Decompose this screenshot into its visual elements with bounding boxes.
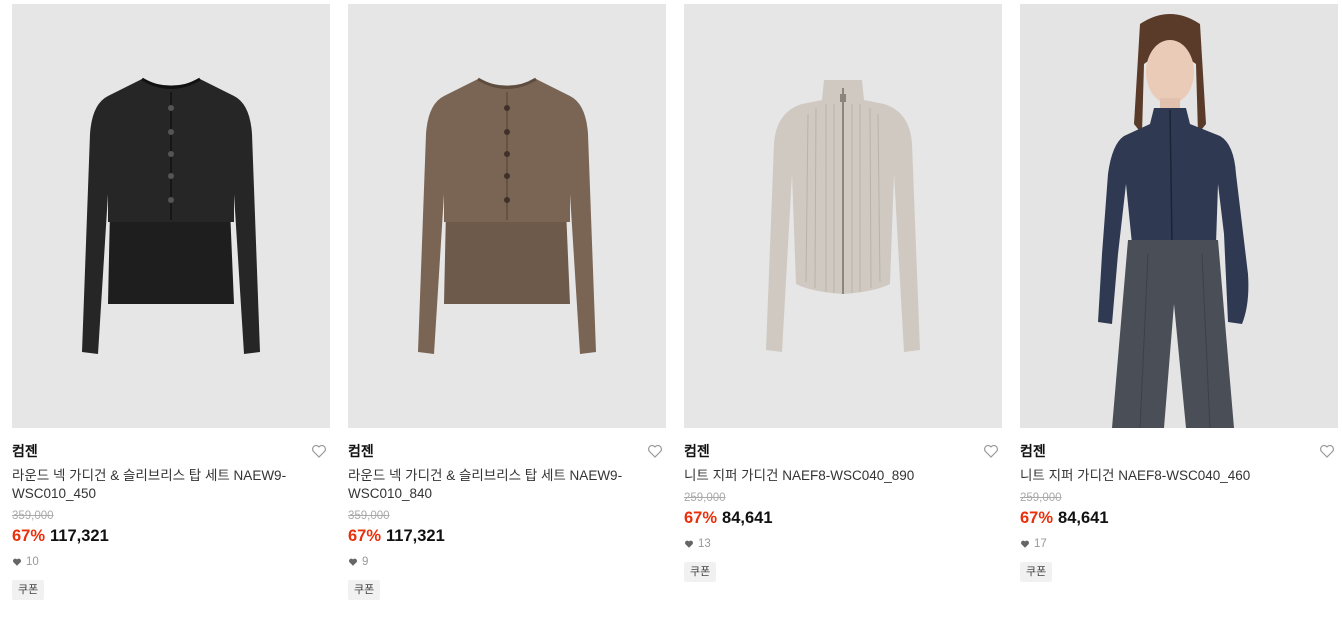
like-count: 17: [1020, 537, 1338, 551]
price-row: 67% 84,641: [684, 507, 1002, 529]
like-count-value: 13: [698, 538, 711, 550]
like-count: 13: [684, 537, 1002, 551]
product-image[interactable]: [1020, 4, 1338, 428]
like-count: 10: [12, 555, 330, 569]
heart-filled-icon: [12, 558, 22, 566]
original-price: 359,000: [12, 510, 54, 522]
original-price: 259,000: [684, 492, 726, 504]
product-card[interactable]: 컴젠 니트 지퍼 가디건 NAEF8-WSC040_460 259,000 67…: [1020, 4, 1338, 582]
product-card[interactable]: 컴젠 니트 지퍼 가디건 NAEF8-WSC040_890 259,000 67…: [684, 4, 1002, 582]
navy-zip-cardigan-model-image: [1020, 4, 1338, 428]
discount-rate: 67%: [1020, 509, 1054, 527]
product-image[interactable]: [348, 4, 666, 428]
discount-rate: 67%: [684, 509, 718, 527]
brand-name[interactable]: 컴젠: [684, 442, 1002, 460]
brand-name[interactable]: 컴젠: [348, 442, 666, 460]
sale-price: 84,641: [722, 509, 773, 527]
brand-name[interactable]: 컴젠: [12, 442, 330, 460]
original-price: 359,000: [348, 510, 390, 522]
coupon-badge: 쿠폰: [684, 562, 717, 582]
like-count-value: 9: [362, 556, 369, 568]
product-name[interactable]: 니트 지퍼 가디건 NAEF8-WSC040_460: [1020, 467, 1310, 485]
price-row: 67% 117,321: [12, 525, 330, 547]
heart-filled-icon: [684, 540, 694, 548]
product-card[interactable]: 컴젠 라운드 넥 가디건 & 슬리브리스 탑 세트 NAEW9-WSC010_8…: [348, 4, 666, 600]
price-row: 67% 84,641: [1020, 507, 1338, 529]
product-image[interactable]: [684, 4, 1002, 428]
coupon-badge: 쿠폰: [1020, 562, 1053, 582]
sale-price: 117,321: [386, 527, 445, 545]
discount-rate: 67%: [348, 527, 382, 545]
sale-price: 117,321: [50, 527, 109, 545]
product-card[interactable]: 컴젠 라운드 넥 가디건 & 슬리브리스 탑 세트 NAEW9-WSC010_4…: [12, 4, 330, 600]
like-count-value: 10: [26, 556, 39, 568]
sale-price: 84,641: [1058, 509, 1109, 527]
original-price: 259,000: [1020, 492, 1062, 504]
discount-rate: 67%: [12, 527, 46, 545]
product-grid: 컴젠 라운드 넥 가디건 & 슬리브리스 탑 세트 NAEW9-WSC010_4…: [0, 0, 1342, 619]
coupon-badge: 쿠폰: [12, 580, 45, 600]
heart-filled-icon: [348, 558, 358, 566]
heart-icon[interactable]: [310, 442, 328, 460]
price-row: 67% 117,321: [348, 525, 666, 547]
heart-icon[interactable]: [646, 442, 664, 460]
like-count: 9: [348, 555, 666, 569]
brand-name[interactable]: 컴젠: [1020, 442, 1338, 460]
black-cardigan-set-image: [12, 4, 330, 428]
heart-icon[interactable]: [1318, 442, 1336, 460]
product-name[interactable]: 니트 지퍼 가디건 NAEF8-WSC040_890: [684, 467, 974, 485]
like-count-value: 17: [1034, 538, 1047, 550]
brown-cardigan-set-image: [348, 4, 666, 428]
beige-zip-cardigan-image: [684, 4, 1002, 428]
product-image[interactable]: [12, 4, 330, 428]
heart-filled-icon: [1020, 540, 1030, 548]
product-name[interactable]: 라운드 넥 가디건 & 슬리브리스 탑 세트 NAEW9-WSC010_450: [12, 467, 302, 503]
coupon-badge: 쿠폰: [348, 580, 381, 600]
heart-icon[interactable]: [982, 442, 1000, 460]
product-name[interactable]: 라운드 넥 가디건 & 슬리브리스 탑 세트 NAEW9-WSC010_840: [348, 467, 638, 503]
